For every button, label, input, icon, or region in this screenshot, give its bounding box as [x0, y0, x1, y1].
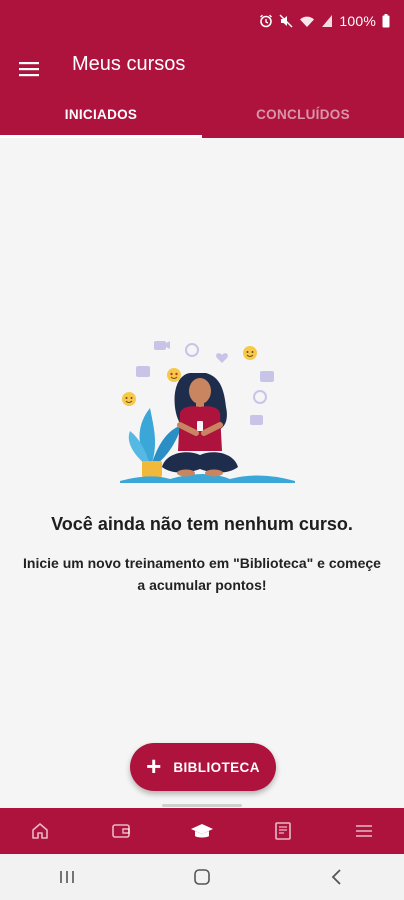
wifi-icon [300, 16, 315, 27]
home-button-icon [194, 869, 210, 885]
alarm-icon [260, 14, 273, 28]
hamburger-menu-icon [19, 62, 39, 77]
app-bar: Meus cursos [0, 44, 404, 96]
empty-state-title: Você ainda não tem nenhum curso. [51, 514, 353, 534]
back-icon [331, 869, 341, 885]
nav-item-more[interactable] [323, 808, 404, 854]
empty-state-subtitle: Inicie um novo treinamento em "Bibliotec… [23, 555, 381, 593]
book-icon [274, 822, 291, 840]
menu-icon [355, 825, 372, 837]
signal-icon [322, 15, 333, 27]
system-navigation-bar [0, 854, 404, 900]
status-icons: 100% [259, 13, 390, 29]
battery-icon [382, 14, 390, 28]
recent-apps-button[interactable] [37, 854, 97, 900]
scroll-handle [162, 804, 242, 807]
hamburger-menu-button[interactable] [16, 56, 42, 82]
nav-item-home[interactable] [0, 808, 81, 854]
wallet-icon [112, 824, 130, 838]
page-title: Meus cursos [72, 53, 186, 75]
tab-bar: INICIADOS CONCLUÍDOS [0, 96, 404, 138]
tab-label: CONCLUÍDOS [256, 107, 350, 122]
nav-item-courses[interactable] [162, 808, 243, 854]
empty-state-illustration [120, 341, 295, 483]
status-bar: 100% [0, 0, 404, 44]
mute-icon [279, 14, 293, 28]
plus-icon: + [146, 751, 162, 781]
battery-percentage: 100% [339, 13, 376, 29]
bottom-navigation [0, 808, 404, 854]
nav-item-library[interactable] [242, 808, 323, 854]
back-button[interactable] [307, 854, 367, 900]
home-icon [32, 823, 49, 839]
nav-item-wallet[interactable] [81, 808, 162, 854]
biblioteca-button[interactable]: + BIBLIOTECA [130, 743, 276, 791]
recent-apps-icon [60, 871, 75, 883]
home-button[interactable] [172, 854, 232, 900]
fab-label: BIBLIOTECA [173, 759, 260, 775]
tab-iniciados[interactable]: INICIADOS [0, 96, 202, 138]
tab-label: INICIADOS [64, 107, 138, 122]
graduation-cap-icon [190, 824, 213, 838]
courses-list-area[interactable]: Você ainda não tem nenhum curso. Inicie … [0, 138, 404, 806]
tab-concluidos[interactable]: CONCLUÍDOS [202, 96, 404, 138]
